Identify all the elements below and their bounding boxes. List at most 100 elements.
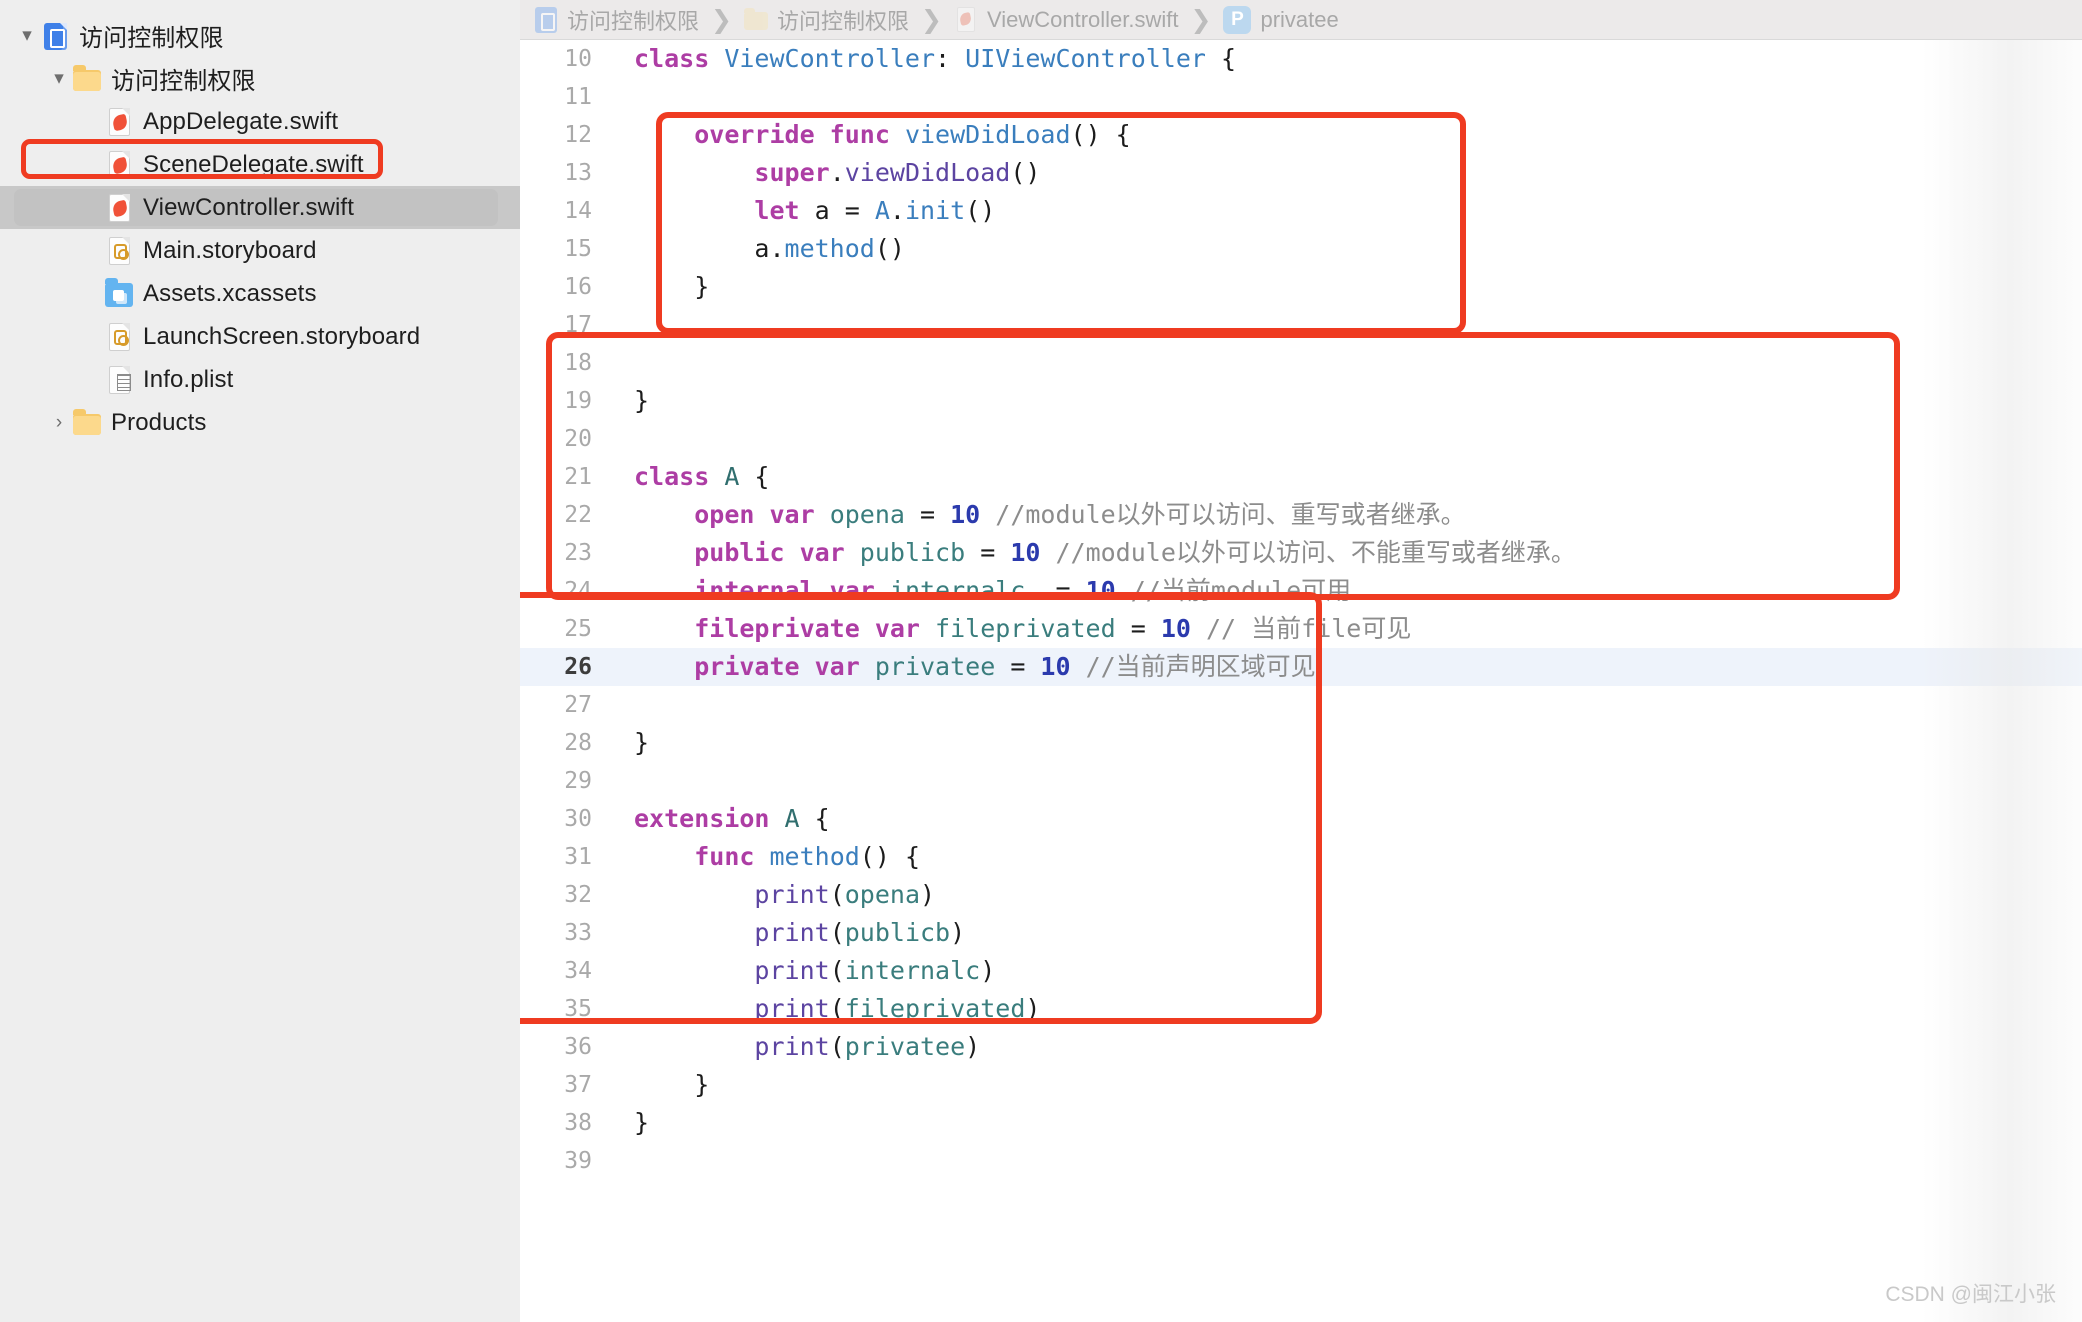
breadcrumb-item-4[interactable]: Pprivatee: [1223, 5, 1339, 34]
token: class: [634, 44, 725, 73]
line-source[interactable]: }: [610, 1066, 2082, 1104]
sidebar-item-viewcontroller-swift[interactable]: ViewController.swift: [0, 186, 520, 229]
code-line-21[interactable]: 21 class A {: [520, 458, 2082, 496]
token: opena: [844, 880, 921, 909]
code-line-12[interactable]: 12 override func viewDidLoad() {: [520, 116, 2082, 154]
breadcrumb-item-3[interactable]: ViewController.swift: [954, 6, 1179, 34]
code-line-32[interactable]: 32 print(opena): [520, 876, 2082, 914]
sidebar-item-label: Products: [111, 408, 207, 436]
sidebar-item-launchscreen-storyboard[interactable]: LaunchScreen.storyboard: [0, 315, 520, 358]
token: () {: [859, 842, 921, 871]
token: opena: [829, 500, 905, 529]
code-line-18[interactable]: 18: [520, 344, 2082, 382]
disclosure-triangle-icon[interactable]: ▾: [46, 69, 72, 88]
token: (: [829, 994, 845, 1023]
code-line-11[interactable]: 11: [520, 78, 2082, 116]
sidebar-item-访问控制权限[interactable]: ▾ 访问控制权限: [0, 57, 520, 100]
disclosure-triangle-icon[interactable]: ›: [46, 413, 72, 432]
code-line-10[interactable]: 10 class ViewController: UIViewController…: [520, 40, 2082, 78]
code-line-28[interactable]: 28}: [520, 724, 2082, 762]
line-source[interactable]: print(privatee): [610, 1028, 2082, 1066]
line-number: 21: [564, 464, 592, 490]
project-navigator[interactable]: ▾ 访问控制权限 ▾ 访问控制权限 AppDelegate.swift SceneDele…: [0, 0, 520, 1322]
code-line-38[interactable]: 38}: [520, 1104, 2082, 1142]
token: ): [920, 880, 936, 909]
code-line-36[interactable]: 36 print(privatee): [520, 1028, 2082, 1066]
line-source[interactable]: override func viewDidLoad() {: [610, 116, 2082, 154]
line-source[interactable]: }: [610, 1104, 2082, 1142]
token: fileprivated: [935, 614, 1116, 643]
token: (: [829, 1032, 845, 1061]
token: //当前module可用: [1115, 576, 1352, 605]
xcode-project-icon: [40, 20, 70, 52]
line-source[interactable]: print(internalc): [610, 952, 2082, 990]
token: ): [965, 1032, 981, 1061]
sidebar-item-assets-xcassets[interactable]: Assets.xcassets: [0, 272, 520, 315]
sidebar-item-main-storyboard[interactable]: Main.storyboard: [0, 229, 520, 272]
code-line-39[interactable]: 39: [520, 1142, 2082, 1180]
breadcrumb[interactable]: 访问控制权限 ❯ 访问控制权限 ❯ ViewController.swift ❯ Ppriv…: [520, 0, 2082, 40]
code-line-33[interactable]: 33 print(publicb): [520, 914, 2082, 952]
token: let: [754, 196, 815, 225]
line-number: 12: [564, 122, 592, 148]
line-source[interactable]: a.method(): [610, 230, 2082, 268]
code-line-30[interactable]: 30 extension A {: [520, 800, 2082, 838]
line-source[interactable]: print(publicb): [610, 914, 2082, 952]
token: override func: [694, 120, 905, 149]
line-source[interactable]: internal var internalc = 10 //当前module可用: [610, 572, 2082, 610]
code-area[interactable]: 10 class ViewController: UIViewController…: [520, 40, 2082, 1322]
line-source[interactable]: class ViewController: UIViewController {: [610, 40, 2082, 78]
code-line-29[interactable]: 29: [520, 762, 2082, 800]
sidebar-item-访问控制权限[interactable]: ▾ 访问控制权限: [0, 14, 520, 57]
line-source[interactable]: fileprivate var fileprivated = 10 // 当前f…: [610, 610, 2082, 648]
code-line-25[interactable]: 25 fileprivate var fileprivated = 10 // …: [520, 610, 2082, 648]
source-code[interactable]: 10 class ViewController: UIViewController…: [520, 40, 2082, 1180]
line-source[interactable]: private var privatee = 10 //当前声明区域可见: [610, 648, 2082, 686]
code-line-14[interactable]: 14 let a = A.init(): [520, 192, 2082, 230]
code-line-26[interactable]: 26 private var privatee = 10 //当前声明区域可见: [520, 648, 2082, 686]
code-line-34[interactable]: 34 print(internalc): [520, 952, 2082, 990]
token: 10: [1085, 576, 1116, 605]
disclosure-triangle-icon[interactable]: ▾: [14, 26, 40, 45]
token: (: [829, 880, 845, 909]
line-source[interactable]: extension A {: [610, 800, 2082, 838]
token: UIViewController: [965, 44, 1206, 73]
token: print: [754, 994, 830, 1023]
breadcrumb-item-1[interactable]: 访问控制权限: [534, 4, 699, 36]
line-source[interactable]: }: [610, 268, 2082, 306]
line-source[interactable]: open var opena = 10 //module以外可以访问、重写或者继…: [610, 496, 2082, 534]
code-line-15[interactable]: 15 a.method(): [520, 230, 2082, 268]
code-line-31[interactable]: 31 func method() {: [520, 838, 2082, 876]
code-line-23[interactable]: 23 public var publicb = 10 //module以外可以访…: [520, 534, 2082, 572]
line-source[interactable]: public var publicb = 10 //module以外可以访问、不…: [610, 534, 2082, 572]
line-source[interactable]: class A {: [610, 458, 2082, 496]
code-line-22[interactable]: 22 open var opena = 10 //module以外可以访问、重写…: [520, 496, 2082, 534]
line-source[interactable]: }: [610, 724, 2082, 762]
code-line-16[interactable]: 16 }: [520, 268, 2082, 306]
code-line-19[interactable]: 19}: [520, 382, 2082, 420]
token: internalc: [844, 956, 981, 985]
line-source[interactable]: }: [610, 382, 2082, 420]
line-source[interactable]: super.viewDidLoad(): [610, 154, 2082, 192]
annotation-box-sidebar-selected-file: [21, 139, 383, 179]
line-source[interactable]: let a = A.init(): [610, 192, 2082, 230]
breadcrumb-item-2[interactable]: 访问控制权限: [743, 4, 909, 36]
line-source[interactable]: func method() {: [610, 838, 2082, 876]
sidebar-item-products[interactable]: › Products: [0, 401, 520, 444]
line-source[interactable]: print(opena): [610, 876, 2082, 914]
code-line-20[interactable]: 20: [520, 420, 2082, 458]
sidebar-item-info-plist[interactable]: Info.plist: [0, 358, 520, 401]
token: fileprivated: [844, 994, 1026, 1023]
code-line-35[interactable]: 35 print(fileprivated): [520, 990, 2082, 1028]
code-line-37[interactable]: 37 }: [520, 1066, 2082, 1104]
line-number: 20: [564, 426, 592, 452]
code-line-27[interactable]: 27: [520, 686, 2082, 724]
line-source[interactable]: print(fileprivated): [610, 990, 2082, 1028]
code-line-24[interactable]: 24 internal var internalc = 10 //当前modul…: [520, 572, 2082, 610]
code-line-13[interactable]: 13 super.viewDidLoad(): [520, 154, 2082, 192]
code-line-17[interactable]: 17: [520, 306, 2082, 344]
sidebar-item-appdelegate-swift[interactable]: AppDelegate.swift: [0, 100, 520, 143]
